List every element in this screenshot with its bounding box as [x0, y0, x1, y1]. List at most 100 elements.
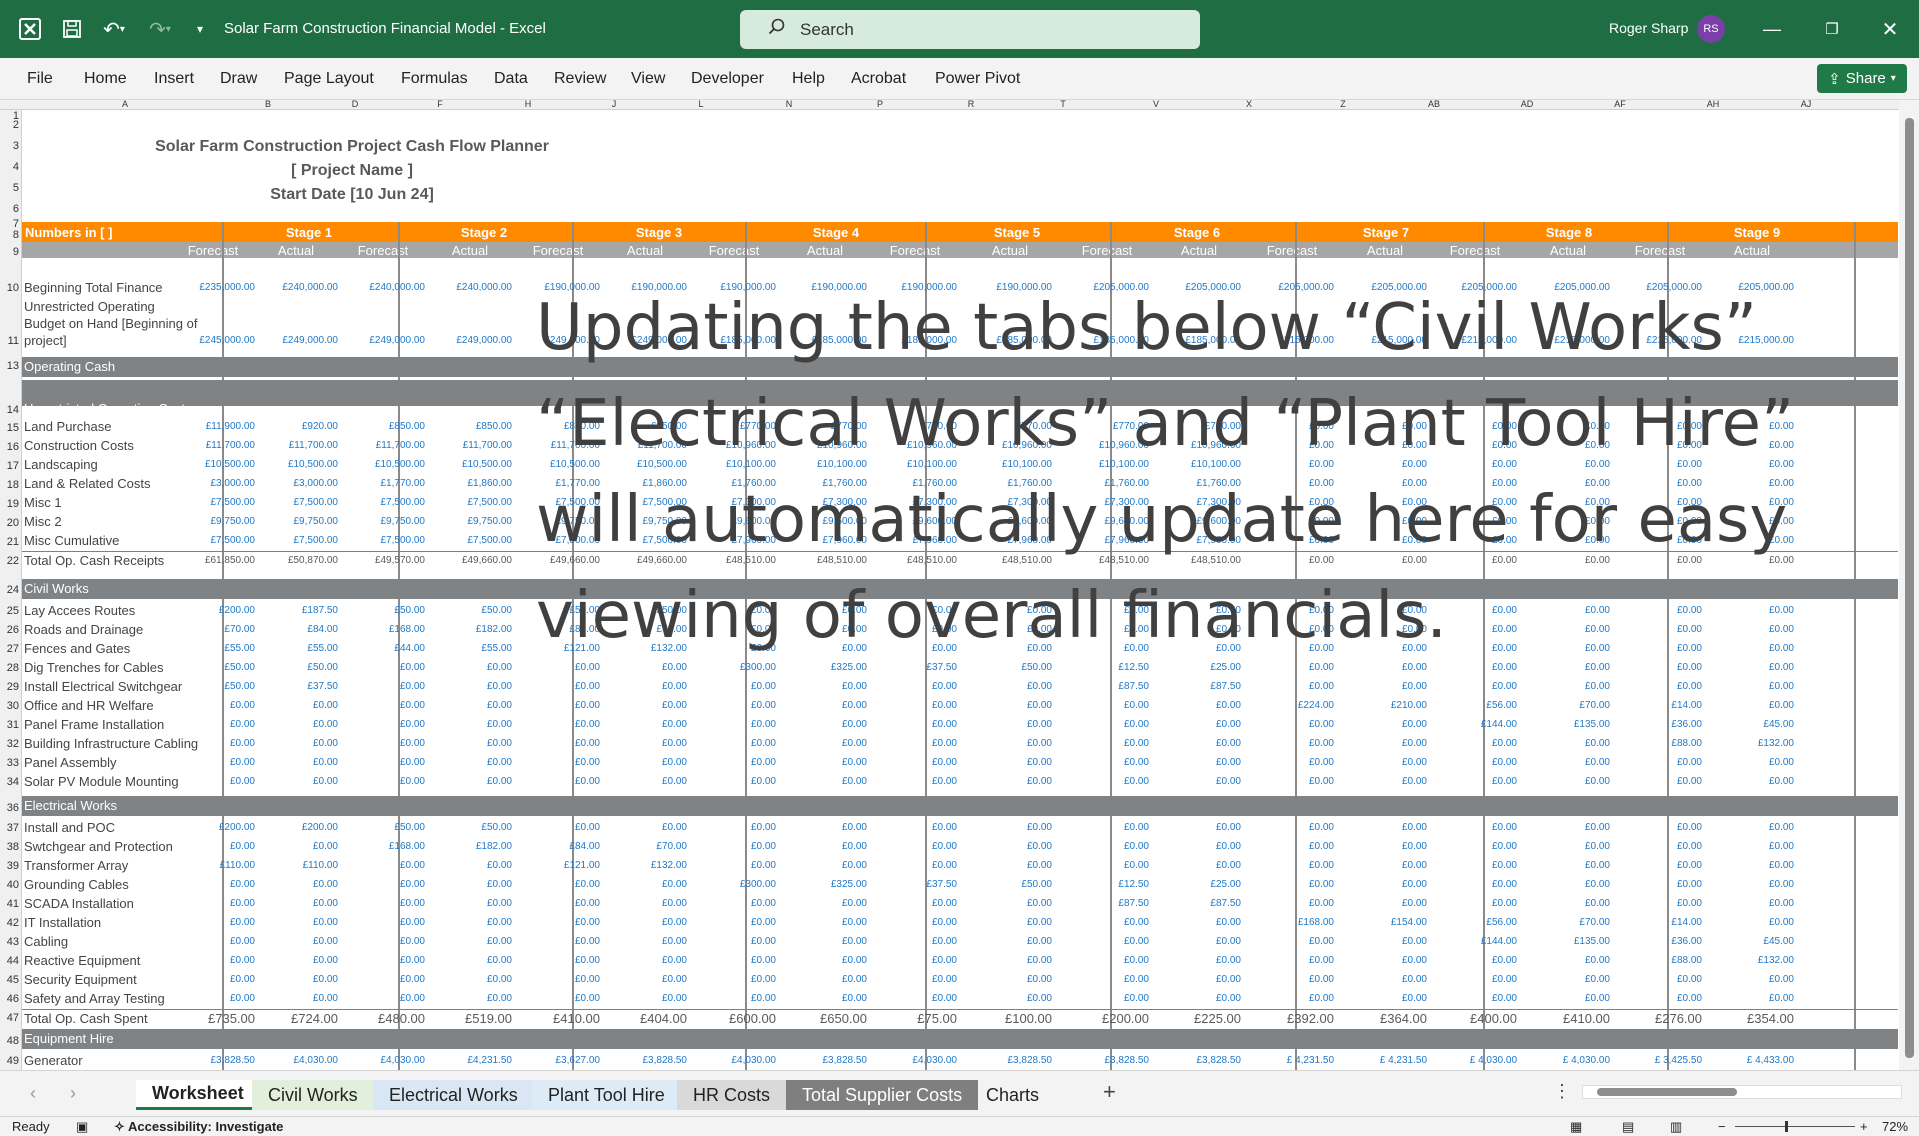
row-header[interactable]: 42 [0, 917, 19, 929]
table-cell[interactable]: £392.00 [1234, 1011, 1334, 1026]
table-cell[interactable]: £50.00 [412, 822, 512, 833]
redo-icon[interactable]: ↷ ▾ [140, 0, 180, 58]
column-header-r[interactable]: R [968, 99, 975, 109]
table-cell[interactable]: £0.00 [1694, 757, 1794, 768]
table-cell[interactable]: £0.00 [500, 993, 600, 1004]
table-cell[interactable]: £0.00 [1694, 993, 1794, 1004]
table-cell[interactable]: £25.00 [1141, 879, 1241, 890]
table-cell[interactable]: £0.00 [952, 738, 1052, 749]
sheet-tab-civil-works[interactable]: Civil Works [252, 1080, 374, 1110]
table-cell[interactable]: £110.00 [238, 860, 338, 871]
table-cell[interactable]: £0.00 [857, 757, 957, 768]
table-cell[interactable]: £0.00 [676, 917, 776, 928]
table-cell[interactable]: £0.00 [412, 757, 512, 768]
row-header[interactable]: 39 [0, 860, 19, 872]
minimize-icon[interactable]: — [1752, 0, 1792, 58]
table-cell[interactable]: £0.00 [1327, 822, 1427, 833]
table-cell[interactable]: £480.00 [325, 1011, 425, 1026]
table-cell[interactable]: £0.00 [857, 898, 957, 909]
table-cell[interactable]: £121.00 [500, 860, 600, 871]
undo-icon[interactable]: ↶ ▾ [94, 0, 134, 58]
table-cell[interactable]: £144.00 [1417, 719, 1517, 730]
table-cell[interactable]: £0.00 [500, 917, 600, 928]
column-header-j[interactable]: J [612, 99, 617, 109]
table-cell[interactable]: £0.00 [676, 719, 776, 730]
table-cell[interactable]: £0.00 [1049, 955, 1149, 966]
table-cell[interactable]: £0.00 [1417, 974, 1517, 985]
table-cell[interactable]: £0.00 [676, 681, 776, 692]
tab-page-layout[interactable]: Page Layout [284, 70, 374, 88]
table-cell[interactable]: £0.00 [1327, 879, 1427, 890]
table-cell[interactable]: £225.00 [1141, 1011, 1241, 1026]
table-cell[interactable]: £0.00 [587, 974, 687, 985]
table-cell[interactable]: £0.00 [952, 681, 1052, 692]
table-cell[interactable]: £0.00 [1510, 898, 1610, 909]
table-cell[interactable]: £0.00 [325, 700, 425, 711]
table-cell[interactable]: £154.00 [1327, 917, 1427, 928]
tab-home[interactable]: Home [84, 70, 127, 88]
row-header[interactable]: 43 [0, 936, 19, 948]
table-cell[interactable]: £600.00 [676, 1011, 776, 1026]
table-cell[interactable]: £0.00 [1417, 681, 1517, 692]
accessibility-status[interactable]: ✧ Accessibility: Investigate [114, 1119, 283, 1135]
table-cell[interactable]: £0.00 [1327, 993, 1427, 1004]
table-cell[interactable]: £0.00 [238, 719, 338, 730]
row-header[interactable]: 33 [0, 757, 19, 769]
table-cell[interactable]: £0.00 [1327, 860, 1427, 871]
table-cell[interactable]: £0.00 [1234, 681, 1334, 692]
table-cell[interactable]: £0.00 [1602, 681, 1702, 692]
table-cell[interactable]: £0.00 [500, 681, 600, 692]
table-cell[interactable]: £132.00 [587, 860, 687, 871]
table-cell[interactable]: £75.00 [857, 1011, 957, 1026]
page-break-view-icon[interactable]: ▥ [1670, 1119, 1682, 1135]
table-cell[interactable]: £0.00 [1327, 738, 1427, 749]
table-cell[interactable]: £0.00 [1417, 879, 1517, 890]
table-cell[interactable]: £0.00 [676, 841, 776, 852]
table-cell[interactable]: £0.00 [1602, 993, 1702, 1004]
table-cell[interactable]: £0.00 [325, 738, 425, 749]
table-cell[interactable]: £0.00 [587, 917, 687, 928]
table-cell[interactable]: £0.00 [500, 700, 600, 711]
table-cell[interactable]: £410.00 [1510, 1011, 1610, 1026]
row-header[interactable]: 29 [0, 681, 19, 693]
table-cell[interactable]: £0.00 [1234, 898, 1334, 909]
table-cell[interactable]: £70.00 [1510, 917, 1610, 928]
table-cell[interactable]: £44.00 [325, 643, 425, 654]
table-cell[interactable]: £0.00 [1141, 936, 1241, 947]
table-cell[interactable]: £45.00 [1694, 936, 1794, 947]
table-cell[interactable]: £0.00 [1417, 955, 1517, 966]
row-header[interactable]: 44 [0, 955, 19, 967]
row-header[interactable]: 4 [0, 161, 19, 173]
table-cell[interactable]: £4,030.00 [238, 1055, 339, 1066]
tab-view[interactable]: View [631, 70, 665, 88]
table-cell[interactable]: £0.00 [325, 917, 425, 928]
row-header[interactable]: 15 [0, 422, 19, 434]
table-cell[interactable]: £0.00 [676, 898, 776, 909]
table-cell[interactable]: £0.00 [1141, 757, 1241, 768]
column-header-z[interactable]: Z [1340, 99, 1346, 109]
table-cell[interactable]: £0.00 [857, 993, 957, 1004]
table-cell[interactable]: £404.00 [587, 1011, 687, 1026]
table-cell[interactable]: £0.00 [1602, 879, 1702, 890]
add-sheet-icon[interactable]: + [1103, 1079, 1116, 1105]
table-cell[interactable]: £0.00 [1694, 860, 1794, 871]
table-cell[interactable]: £0.00 [238, 757, 338, 768]
table-cell[interactable]: £7,500.00 [412, 497, 513, 508]
table-cell[interactable]: £0.00 [587, 757, 687, 768]
table-cell[interactable]: £7,500.00 [238, 497, 339, 508]
table-cell[interactable]: £0.00 [412, 898, 512, 909]
close-icon[interactable]: ✕ [1870, 0, 1910, 58]
table-cell[interactable]: £ 4,231.50 [1327, 1055, 1427, 1066]
table-cell[interactable]: £70.00 [1510, 700, 1610, 711]
table-cell[interactable]: £168.00 [1234, 917, 1334, 928]
table-cell[interactable]: £168.00 [325, 624, 425, 635]
horizontal-scrollbar[interactable] [1582, 1085, 1902, 1099]
table-cell[interactable]: £3,000.00 [238, 478, 339, 489]
table-cell[interactable]: £0.00 [238, 936, 338, 947]
tab-help[interactable]: Help [792, 70, 825, 88]
table-cell[interactable]: £0.00 [500, 898, 600, 909]
table-cell[interactable]: £49,570.00 [325, 555, 425, 566]
table-cell[interactable]: £0.00 [500, 719, 600, 730]
table-cell[interactable]: £49,660.00 [412, 555, 512, 566]
restore-icon[interactable]: ❐ [1812, 0, 1852, 58]
